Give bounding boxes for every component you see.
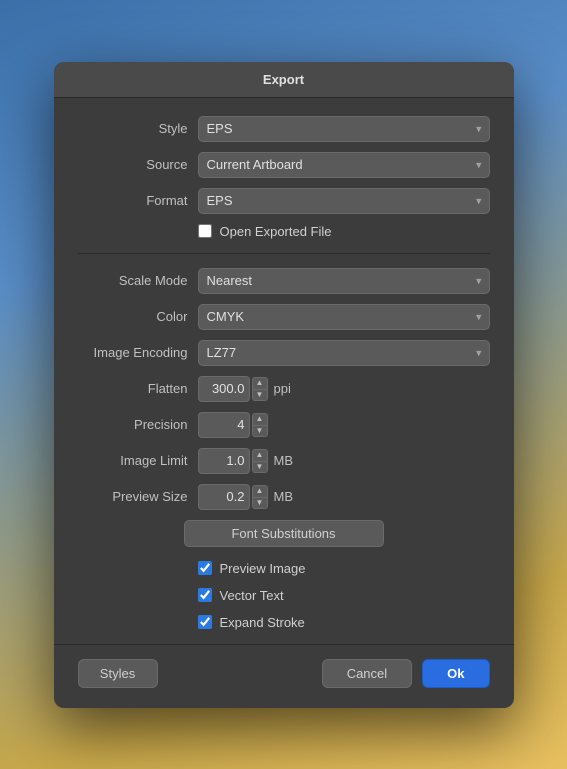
flatten-input[interactable] <box>198 376 250 402</box>
vector-text-checkbox[interactable] <box>198 588 212 602</box>
image-encoding-label: Image Encoding <box>78 345 188 360</box>
format-select-wrapper: EPS PDF PNG SVG <box>198 188 490 214</box>
expand-stroke-label: Expand Stroke <box>220 615 305 630</box>
font-substitutions-button[interactable]: Font Substitutions <box>184 520 384 547</box>
flatten-arrows: ▲ ▼ <box>252 377 268 401</box>
flatten-unit: ppi <box>274 381 291 396</box>
style-select[interactable]: EPS PDF PNG SVG <box>198 116 490 142</box>
open-exported-checkbox[interactable] <box>198 224 212 238</box>
color-row: Color CMYK RGB Grayscale <box>78 304 490 330</box>
precision-decrement[interactable]: ▼ <box>252 425 268 437</box>
right-buttons: Cancel Ok <box>322 659 490 688</box>
flatten-decrement[interactable]: ▼ <box>252 389 268 401</box>
preview-size-decrement[interactable]: ▼ <box>252 497 268 509</box>
preview-size-input[interactable] <box>198 484 250 510</box>
preview-image-label: Preview Image <box>220 561 306 576</box>
precision-input[interactable] <box>198 412 250 438</box>
image-limit-increment[interactable]: ▲ <box>252 449 268 461</box>
scale-mode-row: Scale Mode Nearest Bilinear Bicubic <box>78 268 490 294</box>
vector-text-row: Vector Text <box>198 588 490 603</box>
scale-mode-select-wrapper: Nearest Bilinear Bicubic <box>198 268 490 294</box>
image-limit-row: Image Limit ▲ ▼ MB <box>78 448 490 474</box>
source-select-wrapper: Current Artboard Full Document Selection <box>198 152 490 178</box>
flatten-label: Flatten <box>78 381 188 396</box>
precision-arrows: ▲ ▼ <box>252 413 268 437</box>
preview-size-unit: MB <box>274 489 294 504</box>
format-select[interactable]: EPS PDF PNG SVG <box>198 188 490 214</box>
flatten-spinner-wrapper: ▲ ▼ ppi <box>198 376 291 402</box>
style-select-wrapper: EPS PDF PNG SVG <box>198 116 490 142</box>
color-label: Color <box>78 309 188 324</box>
style-row: Style EPS PDF PNG SVG <box>78 116 490 142</box>
image-limit-spinner-wrapper: ▲ ▼ MB <box>198 448 294 474</box>
color-select[interactable]: CMYK RGB Grayscale <box>198 304 490 330</box>
precision-row: Precision ▲ ▼ <box>78 412 490 438</box>
image-limit-arrows: ▲ ▼ <box>252 449 268 473</box>
dialog-title: Export <box>263 72 304 87</box>
open-exported-label: Open Exported File <box>220 224 332 239</box>
precision-increment[interactable]: ▲ <box>252 413 268 425</box>
dialog-body: Style EPS PDF PNG SVG Source Current Art… <box>54 98 514 630</box>
format-label: Format <box>78 193 188 208</box>
bottom-buttons: Styles Cancel Ok <box>54 644 514 688</box>
cancel-button[interactable]: Cancel <box>322 659 412 688</box>
preview-size-spinner-wrapper: ▲ ▼ MB <box>198 484 294 510</box>
scale-mode-select[interactable]: Nearest Bilinear Bicubic <box>198 268 490 294</box>
divider-1 <box>78 253 490 254</box>
image-encoding-row: Image Encoding LZ77 JPEG ASCII85 <box>78 340 490 366</box>
open-exported-row: Open Exported File <box>198 224 490 239</box>
style-label: Style <box>78 121 188 136</box>
expand-stroke-row: Expand Stroke <box>198 615 490 630</box>
export-dialog: Export Style EPS PDF PNG SVG Source Curr… <box>54 62 514 708</box>
precision-label: Precision <box>78 417 188 432</box>
preview-image-row: Preview Image <box>198 561 490 576</box>
dialog-title-bar: Export <box>54 62 514 98</box>
scale-mode-label: Scale Mode <box>78 273 188 288</box>
flatten-row: Flatten ▲ ▼ ppi <box>78 376 490 402</box>
image-limit-unit: MB <box>274 453 294 468</box>
source-label: Source <box>78 157 188 172</box>
preview-size-increment[interactable]: ▲ <box>252 485 268 497</box>
format-row: Format EPS PDF PNG SVG <box>78 188 490 214</box>
image-limit-decrement[interactable]: ▼ <box>252 461 268 473</box>
ok-button[interactable]: Ok <box>422 659 489 688</box>
preview-size-row: Preview Size ▲ ▼ MB <box>78 484 490 510</box>
flatten-increment[interactable]: ▲ <box>252 377 268 389</box>
preview-image-checkbox[interactable] <box>198 561 212 575</box>
preview-size-arrows: ▲ ▼ <box>252 485 268 509</box>
preview-size-label: Preview Size <box>78 489 188 504</box>
color-select-wrapper: CMYK RGB Grayscale <box>198 304 490 330</box>
vector-text-label: Vector Text <box>220 588 284 603</box>
image-encoding-select-wrapper: LZ77 JPEG ASCII85 <box>198 340 490 366</box>
image-limit-input[interactable] <box>198 448 250 474</box>
source-row: Source Current Artboard Full Document Se… <box>78 152 490 178</box>
source-select[interactable]: Current Artboard Full Document Selection <box>198 152 490 178</box>
precision-spinner-wrapper: ▲ ▼ <box>198 412 268 438</box>
image-encoding-select[interactable]: LZ77 JPEG ASCII85 <box>198 340 490 366</box>
expand-stroke-checkbox[interactable] <box>198 615 212 629</box>
image-limit-label: Image Limit <box>78 453 188 468</box>
styles-button[interactable]: Styles <box>78 659 158 688</box>
